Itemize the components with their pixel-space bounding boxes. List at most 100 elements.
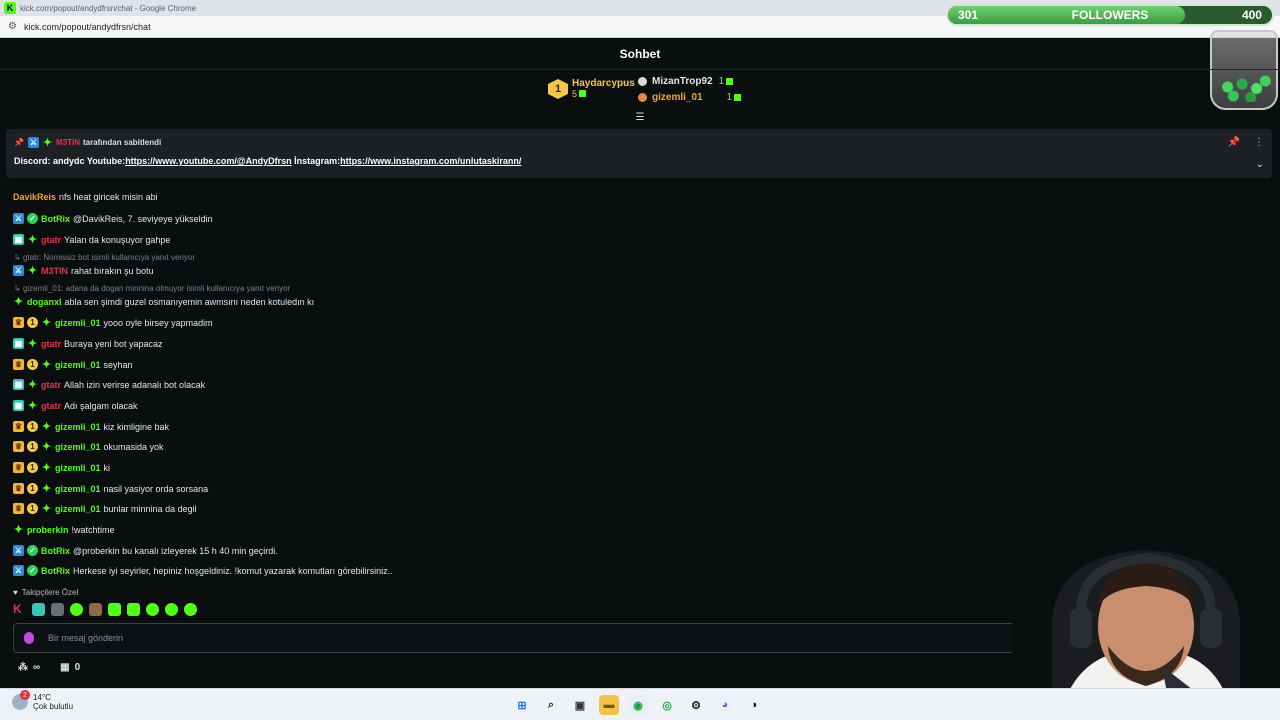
chat-message[interactable]: ▦ ✦ gtatr Buraya yeni bot yapacaz xyxy=(13,338,163,350)
chat-message[interactable]: ♛ 1 ✦ gizemli_01 yooo oyle birsey yapmadim xyxy=(13,317,213,329)
leader-name[interactable]: gizemli_01 xyxy=(652,92,703,103)
message-text: Herkese iyi seyirler, hepiniz hoşgeldini… xyxy=(73,565,393,576)
verified-star-icon: ✦ xyxy=(27,234,38,246)
pinned-by-user[interactable]: M3TIN xyxy=(56,138,80,147)
chat-message[interactable]: ⚔ ✦ M3TIN rahat bırakın şu botu xyxy=(13,265,154,277)
emote-icon[interactable] xyxy=(165,603,178,616)
username[interactable]: gtatr xyxy=(41,235,61,245)
username[interactable]: gizemli_01 xyxy=(55,442,101,452)
verified-star-icon: ✦ xyxy=(27,265,38,277)
chat-messages[interactable]: DavikReis nfs heat giricek misin abi ⚔ ✓ B… xyxy=(0,172,1280,586)
site-settings-icon[interactable]: ⚙ xyxy=(8,21,18,32)
microphone-icon[interactable] xyxy=(24,632,34,644)
chat-message[interactable]: ♛ 1 ✦ gizemli_01 kiz kimligine bak xyxy=(13,421,169,433)
username[interactable]: BotRix xyxy=(41,566,70,576)
followers-label: FOLLOWERS xyxy=(1071,8,1149,22)
message-input[interactable] xyxy=(48,633,1048,643)
emote-icon[interactable] xyxy=(184,603,197,616)
chrome-icon[interactable]: ◉ xyxy=(628,695,648,715)
emote-icon[interactable] xyxy=(70,603,83,616)
username[interactable]: gizemli_01 xyxy=(55,504,101,514)
followers-goal-bar: 301 FOLLOWERS 400 xyxy=(946,4,1274,26)
username[interactable]: gizemli_01 xyxy=(55,360,101,370)
kick-emote-icon[interactable]: K xyxy=(13,603,26,616)
username[interactable]: DavikReis xyxy=(13,192,56,202)
discord-icon[interactable]: ◕ xyxy=(715,695,735,715)
crown-badge-icon: ♛ xyxy=(13,359,24,370)
collapse-leaderboard-icon[interactable]: ☰ xyxy=(634,113,646,123)
message-text: seyhan xyxy=(103,359,133,370)
chat-message[interactable]: ▦ ✦ gtatr Allah izin verirse adanalı bot o… xyxy=(13,379,205,391)
username[interactable]: gtatr xyxy=(41,401,61,411)
more-options-icon[interactable]: ⋮ xyxy=(1254,137,1264,148)
sub-badge-icon: 1 xyxy=(27,317,38,328)
chat-message[interactable]: ⚔ ✓ BotRix @proberkin bu kanalı izleyerek … xyxy=(13,545,278,556)
followers-goal-fill xyxy=(948,6,1185,24)
file-explorer-icon[interactable]: ▬ xyxy=(599,695,619,715)
username[interactable]: gizemli_01 xyxy=(55,318,101,328)
bot-badge-icon: ✓ xyxy=(27,565,38,576)
pinned-mid: İnstagram: xyxy=(291,156,341,166)
username[interactable]: M3TIN xyxy=(41,266,68,276)
sub-badge-icon: 1 xyxy=(27,421,38,432)
username[interactable]: gizemli_01 xyxy=(55,463,101,473)
emote-icon[interactable] xyxy=(89,603,102,616)
message-text: rahat bırakın şu botu xyxy=(71,265,154,276)
instagram-link[interactable]: https://www.instagram.com/unlutaskirann/ xyxy=(340,156,521,166)
emote-icon[interactable] xyxy=(108,603,121,616)
chat-message[interactable]: ⚔ ✓ BotRix @DavikReis, 7. seviyeye yükseld… xyxy=(13,213,213,224)
url-text[interactable]: kick.com/popout/andydfrsn/chat xyxy=(24,22,151,32)
emote-icon[interactable] xyxy=(51,603,64,616)
reply-context[interactable]: ↳ gizemli_01: adana da dogan minnina olm… xyxy=(14,284,290,293)
chat-message[interactable]: ✦ proberkin !watchtime xyxy=(13,524,115,536)
username[interactable]: BotRix xyxy=(41,214,70,224)
username[interactable]: proberkin xyxy=(27,525,69,535)
steam-icon[interactable]: ⚙ xyxy=(686,695,706,715)
emote-icon[interactable] xyxy=(127,603,140,616)
reply-context[interactable]: ↳ gtatr: Nomissiz bot isimli kullanıcıya… xyxy=(14,253,195,262)
leaderboard-item[interactable]: MizanTrop92 1 xyxy=(638,76,734,87)
sub-badge-icon: 1 xyxy=(27,483,38,494)
username[interactable]: doganxl xyxy=(27,297,62,307)
verified-star-icon: ✦ xyxy=(41,421,52,433)
username[interactable]: gtatr xyxy=(41,380,61,390)
leader-top-name[interactable]: Haydarcypus xyxy=(572,78,635,89)
chat-message[interactable]: ⚔ ✓ BotRix Herkese iyi seyirler, hepiniz h… xyxy=(13,565,393,576)
leaderboard-item[interactable]: gizemli_01 1 xyxy=(638,92,742,103)
chat-message[interactable]: ♛ 1 ✦ gizemli_01 seyhan xyxy=(13,359,133,371)
whatsapp-icon[interactable]: ◎ xyxy=(657,695,677,715)
weather-widget[interactable]: 2 14°C Çok bulutlu xyxy=(12,690,73,711)
chat-message[interactable]: ♛ 1 ✦ gizemli_01 nasil yasiyor orda sorsana xyxy=(13,483,208,495)
youtube-link[interactable]: https://www.youtube.com/@AndyDfrsn xyxy=(125,156,291,166)
username[interactable]: gizemli_01 xyxy=(55,422,101,432)
followers-current: 301 xyxy=(958,8,979,22)
message-text: ki xyxy=(103,462,111,473)
search-icon[interactable]: ⌕ xyxy=(541,695,561,715)
store-indicator[interactable]: ▦ 0 xyxy=(60,662,80,673)
username[interactable]: gizemli_01 xyxy=(55,484,101,494)
chat-message[interactable]: DavikReis nfs heat giricek misin abi xyxy=(13,192,158,202)
task-view-icon[interactable]: ▣ xyxy=(570,695,590,715)
leader-count: 1 xyxy=(718,76,725,87)
emote-icon[interactable] xyxy=(146,603,159,616)
app-icon[interactable]: ◑ xyxy=(744,695,764,715)
points-indicator[interactable]: ⁂ ∞ xyxy=(18,662,40,673)
chat-message[interactable]: ▦ ✦ gtatr Adı şalgam olacak xyxy=(13,400,138,412)
leader-name[interactable]: MizanTrop92 xyxy=(652,76,713,87)
chat-message[interactable]: ♛ 1 ✦ gizemli_01 bunlar minnina da degil xyxy=(13,503,197,515)
chat-message[interactable]: ♛ 1 ✦ gizemli_01 ki xyxy=(13,462,111,474)
chat-message[interactable]: ▦ ✦ gtatr Yalan da konuşuyor gahpe xyxy=(13,234,170,246)
windows-taskbar: 2 14°C Çok bulutlu ⊞ ⌕ ▣ ▬ ◉ ◎ ⚙ ◕ ◑ xyxy=(0,688,1280,720)
username[interactable]: gtatr xyxy=(41,339,61,349)
chat-message[interactable]: ♛ 1 ✦ gizemli_01 okumasida yok xyxy=(13,441,164,453)
heart-icon: ♥ xyxy=(13,588,18,597)
chevron-down-icon[interactable]: ⌄ xyxy=(1256,159,1264,170)
windows-start-icon[interactable]: ⊞ xyxy=(512,695,532,715)
message-text: @proberkin bu kanalı izleyerek 15 h 40 m… xyxy=(73,545,278,556)
crown-badge-icon: ♛ xyxy=(13,462,24,473)
chat-message[interactable]: ✦ doganxl abla sen şimdi guzel osmanıyemi… xyxy=(13,296,314,308)
emote-icon[interactable] xyxy=(32,603,45,616)
username[interactable]: BotRix xyxy=(41,546,70,556)
leaderboard-top[interactable]: 1 Haydarcypus 5 xyxy=(548,78,635,100)
unpin-icon[interactable]: 📌 xyxy=(1228,137,1240,148)
